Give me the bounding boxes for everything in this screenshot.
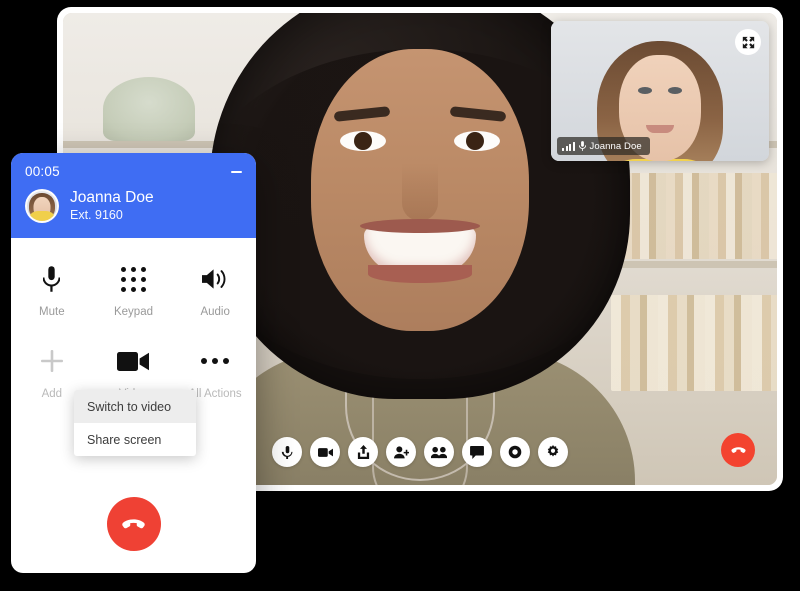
- keypad-control-label: Keypad: [113, 306, 153, 318]
- record-circle-icon: [508, 445, 522, 459]
- caller-text-block: Joanna Doe Ext. 9160: [70, 188, 154, 223]
- microphone-icon: [43, 264, 61, 294]
- toggle-video-button[interactable]: [310, 437, 340, 467]
- hang-up-phone-icon: [122, 518, 145, 528]
- mute-control[interactable]: Mute: [11, 264, 93, 318]
- pip-mouth: [646, 125, 674, 133]
- end-call-button[interactable]: [721, 433, 755, 467]
- settings-button[interactable]: [538, 437, 568, 467]
- menu-item-switch-to-video[interactable]: Switch to video: [74, 390, 196, 423]
- video-camera-icon: [317, 447, 333, 457]
- caller-name: Joanna Doe: [70, 189, 154, 206]
- people-icon: [431, 446, 447, 458]
- dialer-controls-row-1: Mute Keypad Audio: [11, 264, 256, 318]
- plus-icon: [40, 346, 64, 376]
- caller-extension: Ext. 9160: [70, 208, 123, 222]
- audio-control-label: Audio: [200, 306, 230, 318]
- video-camera-icon: [117, 346, 150, 376]
- keypad-control[interactable]: Keypad: [93, 264, 175, 318]
- audio-control[interactable]: Audio: [174, 264, 256, 318]
- pip-name-badge: Joanna Doe: [557, 137, 650, 155]
- keypad-dots-icon: [120, 264, 146, 294]
- add-participant-button[interactable]: [386, 437, 416, 467]
- minimize-icon[interactable]: [229, 165, 243, 179]
- speaker-volume-icon: [201, 264, 229, 294]
- participant-pupil: [466, 132, 484, 150]
- pip-eye: [668, 87, 682, 94]
- chat-button[interactable]: [462, 437, 492, 467]
- caller-info: Joanna Doe Ext. 9160: [25, 188, 242, 223]
- chat-bubble-icon: [470, 445, 484, 459]
- fullscreen-expand-icon[interactable]: [735, 29, 761, 55]
- gear-icon: [547, 445, 559, 457]
- mute-mic-button[interactable]: [272, 437, 302, 467]
- all-actions-control-label: All Actions: [188, 388, 242, 400]
- participants-button[interactable]: [424, 437, 454, 467]
- hang-up-phone-icon: [730, 446, 746, 453]
- avatar: [25, 188, 59, 223]
- pip-participant-name: Joanna Doe: [589, 140, 642, 152]
- signal-bars-icon: [562, 141, 575, 151]
- more-horizontal-icon: [201, 346, 230, 376]
- participant-pupil: [354, 132, 372, 150]
- participant-nose: [402, 163, 438, 221]
- dialer-controls: Mute Keypad Audio Add All Actions Switch…: [11, 238, 256, 456]
- menu-item-share-screen[interactable]: Share screen: [74, 423, 196, 456]
- participant-upper-lip: [360, 219, 480, 233]
- share-upload-icon: [357, 445, 369, 459]
- pip-eye: [638, 87, 652, 94]
- add-control-label: Add: [41, 388, 63, 400]
- dialer-header: 00:05 Joanna Doe Ext. 9160: [11, 153, 256, 238]
- add-person-icon: [393, 445, 409, 458]
- microphone-icon: [281, 445, 292, 459]
- participant-lower-lip: [368, 265, 472, 283]
- avatar-shirt: [28, 210, 56, 221]
- picture-in-picture-self-view[interactable]: Joanna Doe: [551, 21, 769, 161]
- call-timer: 00:05: [25, 164, 60, 179]
- active-call-dialer-panel: 00:05 Joanna Doe Ext. 9160 Mute Keypad A…: [11, 153, 256, 573]
- microphone-icon: [578, 141, 586, 151]
- record-button[interactable]: [500, 437, 530, 467]
- all-actions-dropdown-menu: Switch to video Share screen: [74, 390, 196, 456]
- video-call-toolbar: [272, 437, 568, 467]
- end-call-button[interactable]: [106, 497, 161, 551]
- mute-control-label: Mute: [39, 306, 65, 318]
- screenshot-root: Joanna Doe 00:05 Joanna Doe Ext. 9160 Mu…: [0, 0, 800, 591]
- share-button[interactable]: [348, 437, 378, 467]
